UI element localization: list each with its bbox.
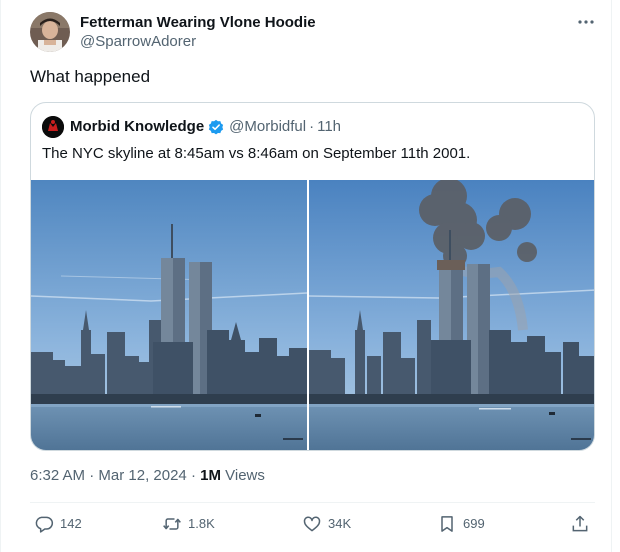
share-icon xyxy=(572,515,588,532)
bookmark-button[interactable]: 699 xyxy=(437,514,485,534)
quoted-tweet-text: The NYC skyline at 8:45am vs 8:46am on S… xyxy=(42,145,471,162)
quoted-author-handle[interactable]: @Morbidful xyxy=(229,117,306,137)
quoted-media xyxy=(31,180,594,450)
repost-icon xyxy=(163,518,181,530)
tweet-meta: 6:32 AM · Mar 12, 2024 · 1M Views xyxy=(30,466,265,486)
share-button[interactable] xyxy=(570,514,590,534)
verified-badge-icon xyxy=(207,118,225,136)
like-button[interactable]: 34K xyxy=(302,514,351,534)
reply-count: 142 xyxy=(60,516,82,531)
quoted-author-avatar[interactable] xyxy=(42,116,64,138)
tweet-header: Fetterman Wearing Vlone Hoodie @SparrowA… xyxy=(30,12,316,52)
tweet-actions: 142 1.8K 34K 699 xyxy=(30,514,595,538)
repost-button[interactable]: 1.8K xyxy=(162,514,215,534)
tweet-time[interactable]: 6:32 AM xyxy=(30,467,85,484)
quoted-author-name[interactable]: Morbid Knowledge xyxy=(70,117,204,137)
quoted-timestamp[interactable]: 11h xyxy=(317,117,341,137)
bookmark-count: 699 xyxy=(463,516,485,531)
meta-separator: · xyxy=(186,467,201,484)
skyline-photo-before[interactable] xyxy=(31,180,307,450)
author-name[interactable]: Fetterman Wearing Vlone Hoodie xyxy=(80,14,316,32)
reply-icon xyxy=(35,516,54,533)
meta-separator: · xyxy=(85,467,99,484)
more-horizontal-icon xyxy=(578,20,594,24)
like-icon xyxy=(303,516,321,532)
tweet-date[interactable]: Mar 12, 2024 xyxy=(98,467,186,484)
like-count: 34K xyxy=(328,516,352,531)
actions-divider xyxy=(30,502,595,503)
views-count: 1M xyxy=(200,467,221,484)
frame-right-border xyxy=(611,0,612,552)
tweet-text: What happened xyxy=(30,67,151,86)
quoted-tweet-header: Morbid Knowledge @Morbidful · 11h xyxy=(42,116,341,138)
quoted-separator: · xyxy=(309,118,315,135)
author-avatar[interactable] xyxy=(30,12,70,52)
reply-button[interactable]: 142 xyxy=(34,514,82,534)
frame-left-border xyxy=(0,0,1,552)
views-label: Views xyxy=(220,467,265,484)
author-handle[interactable]: @SparrowAdorer xyxy=(80,32,316,52)
repost-count: 1.8K xyxy=(188,516,215,531)
bookmark-icon xyxy=(441,516,453,532)
quoted-tweet[interactable]: Morbid Knowledge @Morbidful · 11h The NY… xyxy=(30,102,595,451)
skyline-photo-after[interactable] xyxy=(309,180,594,450)
more-options-button[interactable] xyxy=(575,12,597,32)
